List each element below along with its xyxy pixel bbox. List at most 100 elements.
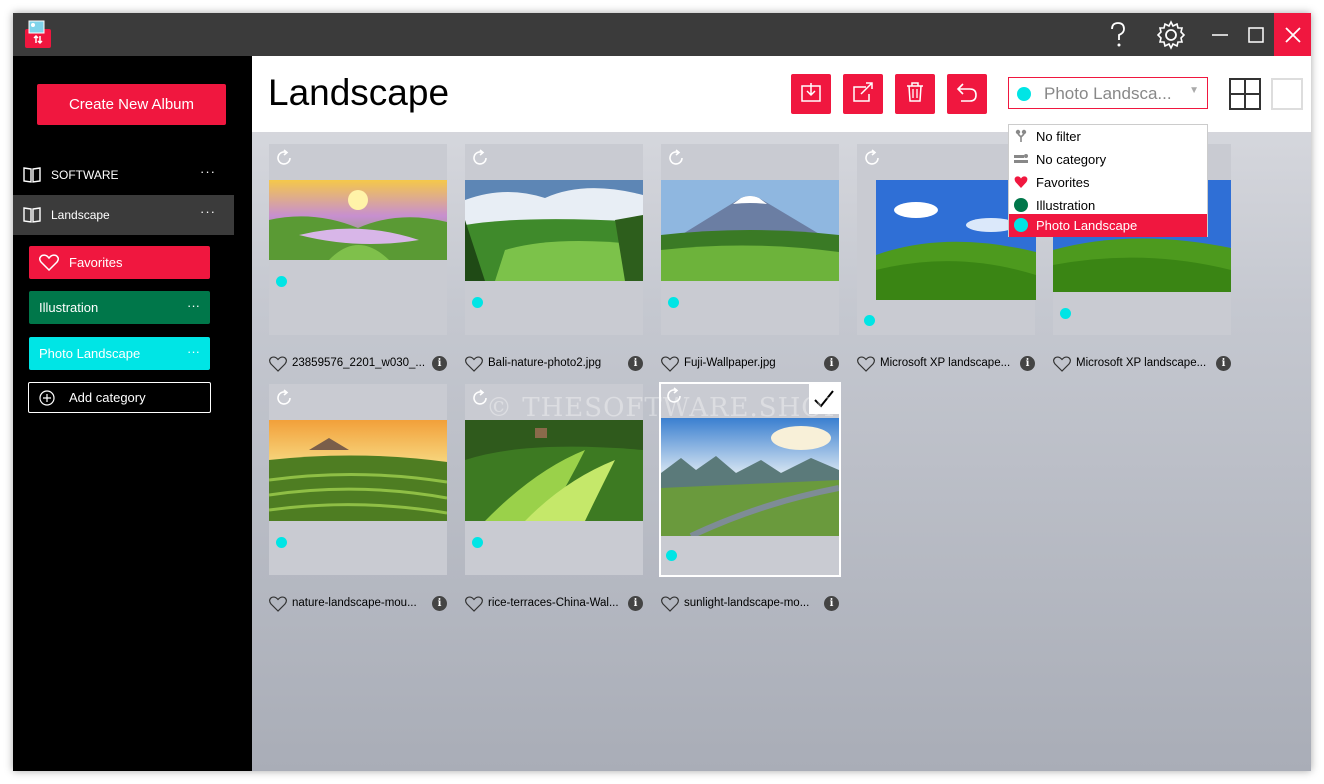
- category-filter-dropdown: No filter No category Favorites Illustra…: [1008, 124, 1208, 237]
- rotate-icon[interactable]: [862, 148, 882, 173]
- image-card-selected[interactable]: [659, 382, 841, 577]
- image-caption: nature-landscape-mou... i: [269, 595, 447, 613]
- rotate-icon[interactable]: [664, 386, 684, 411]
- rotate-icon[interactable]: [470, 148, 490, 173]
- album-menu-button[interactable]: ···: [200, 204, 216, 219]
- app-window: Create New Album SOFTWARE ··· Landscape …: [13, 13, 1311, 771]
- image-name: Microsoft XP landscape...: [1076, 357, 1207, 369]
- rotate-icon[interactable]: [274, 388, 294, 413]
- category-photo-landscape[interactable]: Photo Landscape ···: [29, 337, 210, 370]
- category-label: Illustration: [39, 300, 99, 315]
- info-icon[interactable]: i: [432, 596, 447, 611]
- info-icon[interactable]: i: [1216, 356, 1231, 371]
- export-button[interactable]: [843, 74, 883, 114]
- title-bar: [13, 13, 1311, 56]
- sidebar-item-software[interactable]: SOFTWARE ···: [13, 155, 234, 195]
- category-dot: [1060, 308, 1071, 319]
- category-icon: [1014, 152, 1028, 166]
- undo-button[interactable]: [947, 74, 987, 114]
- heart-outline-icon[interactable]: [269, 596, 287, 615]
- add-circle-icon: [39, 390, 55, 409]
- option-label: No filter: [1036, 129, 1081, 144]
- rotate-icon[interactable]: [666, 148, 686, 173]
- import-icon: [800, 81, 822, 108]
- heart-outline-icon[interactable]: [661, 596, 679, 615]
- category-dot: [666, 550, 677, 561]
- image-name: sunlight-landscape-mo...: [684, 597, 810, 609]
- album-label: SOFTWARE: [51, 168, 119, 182]
- image-caption: sunlight-landscape-mo... i: [661, 595, 839, 613]
- category-dot: [276, 276, 287, 287]
- image-caption: rice-terraces-China-Wal... i: [465, 595, 643, 613]
- heart-outline-icon[interactable]: [857, 356, 875, 375]
- undo-icon: [956, 81, 978, 108]
- album-label: Landscape: [51, 208, 110, 222]
- category-filter-select[interactable]: Photo Landsca... ▼: [1008, 77, 1208, 109]
- chevron-down-icon: ▼: [1189, 85, 1199, 96]
- book-icon: [23, 166, 41, 187]
- option-label: Illustration: [1036, 198, 1096, 213]
- category-favorites[interactable]: Favorites: [29, 246, 210, 279]
- heart-outline-icon[interactable]: [661, 356, 679, 375]
- info-icon[interactable]: i: [628, 356, 643, 371]
- dot-icon: [1014, 198, 1028, 212]
- heart-outline-icon[interactable]: [465, 596, 483, 615]
- delete-icon: [904, 81, 926, 108]
- app-logo-icon: [23, 19, 53, 49]
- image-card[interactable]: [465, 144, 643, 335]
- filter-value: Photo Landsca...: [1044, 84, 1172, 103]
- thumbnail: [661, 180, 839, 281]
- dropdown-option-favorites[interactable]: Favorites: [1009, 171, 1207, 194]
- sidebar-item-landscape[interactable]: Landscape ···: [13, 195, 234, 235]
- category-label: Favorites: [69, 255, 123, 270]
- page-title: Landscape: [268, 72, 450, 113]
- image-card[interactable]: [661, 144, 839, 335]
- add-category-button[interactable]: Add category: [28, 382, 211, 413]
- heart-outline-icon[interactable]: [465, 356, 483, 375]
- single-view-icon[interactable]: [1271, 78, 1303, 110]
- info-icon[interactable]: i: [824, 356, 839, 371]
- category-menu-button[interactable]: ···: [187, 344, 200, 359]
- image-card[interactable]: [269, 384, 447, 575]
- minimize-icon[interactable]: [1203, 13, 1237, 56]
- info-icon[interactable]: i: [432, 356, 447, 371]
- info-icon[interactable]: i: [1020, 356, 1035, 371]
- close-icon[interactable]: [1274, 13, 1311, 56]
- image-card[interactable]: [269, 144, 447, 335]
- image-card[interactable]: [465, 384, 643, 575]
- create-new-album-button[interactable]: Create New Album: [37, 84, 226, 125]
- heart-outline-icon[interactable]: [1053, 356, 1071, 375]
- heart-icon: [1014, 175, 1028, 189]
- delete-button[interactable]: [895, 74, 935, 114]
- image-caption: Bali-nature-photo2.jpg i: [465, 355, 643, 373]
- category-illustration[interactable]: Illustration ···: [29, 291, 210, 324]
- info-icon[interactable]: i: [824, 596, 839, 611]
- dropdown-option-no-filter[interactable]: No filter: [1009, 125, 1207, 148]
- category-dot: [668, 297, 679, 308]
- maximize-icon[interactable]: [1239, 13, 1273, 56]
- image-caption: Microsoft XP landscape... i: [1053, 355, 1231, 373]
- dot-icon: [1014, 218, 1028, 232]
- category-label: Photo Landscape: [39, 346, 141, 361]
- checkmark-icon[interactable]: [809, 384, 839, 414]
- category-menu-button[interactable]: ···: [187, 298, 200, 313]
- header: Landscape Photo Landsca... ▼: [252, 56, 1311, 132]
- dropdown-option-photo-landscape[interactable]: Photo Landscape: [1009, 214, 1207, 237]
- album-menu-button[interactable]: ···: [200, 164, 216, 179]
- help-icon[interactable]: [1101, 13, 1135, 56]
- dropdown-option-no-category[interactable]: No category: [1009, 148, 1207, 171]
- export-icon: [852, 81, 874, 108]
- image-caption: Microsoft XP landscape... i: [857, 355, 1035, 373]
- import-button[interactable]: [791, 74, 831, 114]
- rotate-icon[interactable]: [470, 388, 490, 413]
- category-dot: [276, 537, 287, 548]
- gear-icon[interactable]: [1151, 13, 1191, 56]
- image-name: 23859576_2201_w030_...: [292, 357, 426, 369]
- sidebar: Create New Album SOFTWARE ··· Landscape …: [13, 56, 252, 771]
- image-caption: 23859576_2201_w030_... i: [269, 355, 447, 373]
- heart-outline-icon[interactable]: [269, 356, 287, 375]
- grid-view-icon[interactable]: [1229, 78, 1261, 110]
- info-icon[interactable]: i: [628, 596, 643, 611]
- rotate-icon[interactable]: [274, 148, 294, 173]
- teal-dot-icon: [1017, 87, 1031, 101]
